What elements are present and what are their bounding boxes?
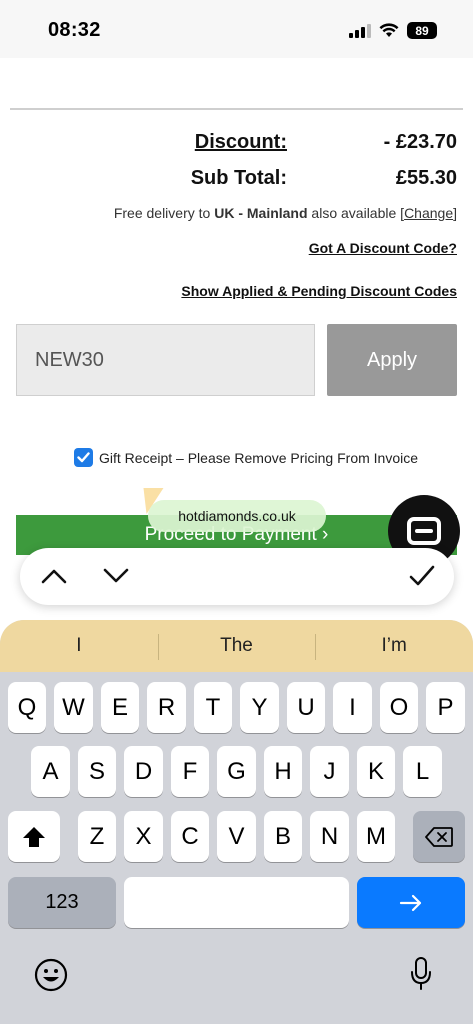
key-o[interactable]: O — [380, 682, 418, 733]
done-button[interactable] — [404, 558, 440, 594]
key-y[interactable]: Y — [240, 682, 279, 733]
chevron-down-icon — [103, 568, 129, 583]
key-f[interactable]: F — [171, 746, 209, 797]
key-s[interactable]: S — [78, 746, 116, 797]
checkmark-icon — [77, 452, 90, 463]
gift-receipt-option[interactable]: Gift Receipt – Please Remove Pricing Fro… — [74, 448, 418, 467]
discount-code-input[interactable] — [16, 324, 315, 396]
emoji-button[interactable] — [32, 956, 70, 994]
key-b[interactable]: B — [264, 811, 302, 862]
key-g[interactable]: G — [217, 746, 256, 797]
key-i[interactable]: I — [333, 682, 372, 733]
key-n[interactable]: N — [310, 811, 349, 862]
delivery-prefix: Free delivery to — [113, 205, 215, 221]
go-key[interactable] — [357, 877, 465, 928]
gift-receipt-checkbox[interactable] — [74, 448, 93, 467]
space-bar[interactable] — [124, 877, 349, 928]
discount-label: Discount: — [194, 131, 287, 153]
key-v[interactable]: V — [217, 811, 256, 862]
wifi-icon — [379, 23, 399, 37]
suggestion-2[interactable]: The — [157, 620, 316, 672]
apply-button[interactable]: Apply — [327, 324, 457, 396]
microphone-icon — [411, 957, 431, 990]
arrow-right-icon — [399, 894, 422, 911]
suggestion-1[interactable]: I — [0, 620, 158, 672]
key-x[interactable]: X — [124, 811, 163, 862]
key-l[interactable]: L — [403, 746, 442, 797]
suggestion-3[interactable]: I’m — [315, 620, 473, 672]
chevron-up-icon — [41, 569, 67, 584]
dictation-button[interactable] — [404, 954, 438, 994]
key-r[interactable]: R — [147, 682, 186, 733]
key-q[interactable]: Q — [8, 682, 46, 733]
key-z[interactable]: Z — [78, 811, 116, 862]
keyboard: I The I’m Q W E R T Y U I O P A S D F G … — [0, 620, 473, 1024]
next-field-button[interactable] — [98, 558, 134, 594]
delivery-suffix: also available [ — [307, 205, 405, 221]
key-w[interactable]: W — [54, 682, 93, 733]
applied-codes-link[interactable]: Show Applied & Pending Discount Codes — [181, 283, 457, 299]
numbers-key[interactable]: 123 — [8, 877, 116, 928]
chat-icon — [407, 517, 441, 545]
subtotal-value: £55.30 — [395, 167, 457, 189]
form-navigation-bar — [20, 548, 454, 605]
delete-key[interactable] — [413, 811, 465, 862]
delivery-region: UK - Mainland — [214, 205, 308, 221]
shift-key[interactable] — [8, 811, 60, 862]
status-time: 08:32 — [48, 19, 101, 41]
discount-value: - £23.70 — [383, 131, 457, 153]
key-t[interactable]: T — [194, 682, 232, 733]
status-bar: 08:32 89 — [0, 0, 473, 58]
cart-divider — [10, 58, 463, 110]
discount-code-link[interactable]: Got A Discount Code? — [309, 240, 457, 256]
checkmark-icon — [409, 565, 435, 586]
shift-icon — [23, 826, 45, 847]
url-pill[interactable]: hotdiamonds.co.uk — [148, 500, 326, 532]
key-u[interactable]: U — [287, 682, 325, 733]
delete-icon — [425, 826, 453, 847]
key-h[interactable]: H — [264, 746, 302, 797]
status-icons: 89 — [349, 22, 437, 39]
subtotal-label: Sub Total: — [190, 167, 287, 189]
key-k[interactable]: K — [357, 746, 395, 797]
emoji-icon — [34, 958, 68, 992]
predictive-text-bar: I The I’m — [0, 620, 473, 672]
key-j[interactable]: J — [310, 746, 349, 797]
previous-field-button[interactable] — [36, 558, 72, 594]
key-p[interactable]: P — [426, 682, 465, 733]
change-delivery-link[interactable]: Change — [404, 205, 453, 221]
delivery-end: ] — [453, 205, 457, 221]
cellular-signal-icon — [349, 23, 371, 38]
key-m[interactable]: M — [357, 811, 395, 862]
delivery-info: Free delivery to UK - Mainland also avai… — [114, 205, 457, 221]
key-d[interactable]: D — [124, 746, 163, 797]
battery-indicator: 89 — [407, 22, 437, 39]
subtotal-row: Sub Total: £55.30 — [0, 167, 473, 195]
key-e[interactable]: E — [101, 682, 139, 733]
discount-row: Discount: - £23.70 — [0, 131, 473, 159]
key-c[interactable]: C — [171, 811, 209, 862]
key-a[interactable]: A — [31, 746, 70, 797]
gift-receipt-label: Gift Receipt – Please Remove Pricing Fro… — [99, 449, 419, 466]
